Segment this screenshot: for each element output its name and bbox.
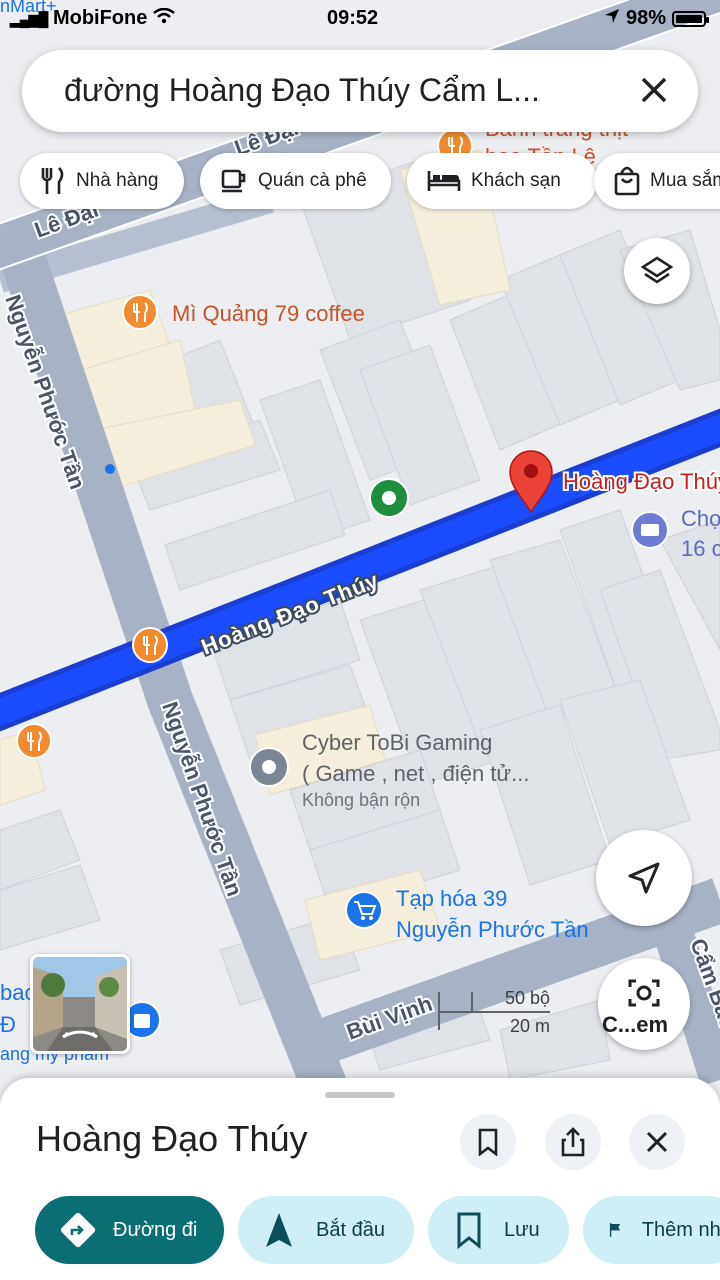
start-button[interactable]: Bắt đầu	[238, 1196, 414, 1264]
save-icon-button[interactable]	[460, 1114, 516, 1170]
shopping-cart-marker-icon[interactable]	[345, 891, 383, 929]
scale-metric: 20 m	[509, 1016, 550, 1036]
directions-button[interactable]: Đường đi	[35, 1196, 224, 1264]
share-icon	[561, 1127, 585, 1157]
status-right: 98%	[604, 7, 709, 30]
place-title: Hoàng Đạo Thúy	[36, 1118, 308, 1159]
coffee-cup-icon	[221, 169, 246, 193]
save-label: Lưu	[504, 1218, 540, 1241]
bed-icon	[427, 171, 461, 191]
map-scale: 50 bộ 20 m	[438, 988, 550, 1036]
chip-label: Khách sạn	[471, 170, 561, 191]
restaurant-marker-icon[interactable]	[16, 723, 52, 759]
chip-restaurants[interactable]: Nhà hàng	[20, 153, 184, 209]
add-label-button[interactable]: Thêm nhãn	[583, 1196, 720, 1264]
chip-label: Quán cà phê	[258, 170, 367, 191]
clock: 09:52	[327, 7, 379, 29]
directions-icon	[60, 1212, 96, 1248]
share-button[interactable]	[545, 1114, 601, 1170]
chip-shopping[interactable]: Mua sắm	[594, 153, 720, 209]
poi-label-taphoa-1[interactable]: Tạp hóa 39	[396, 886, 507, 911]
pin-label[interactable]: Hoàng Đạo Thúy	[561, 467, 720, 496]
carrier-group: ▂▄▆█ MobiFone	[10, 7, 175, 30]
chip-label: Mua sắm	[650, 170, 720, 191]
fork-knife-icon	[41, 167, 64, 194]
battery-percent: 98%	[625, 7, 666, 29]
location-arrow-icon	[604, 7, 620, 30]
poi-label-left-edge-2: Đ	[0, 1012, 16, 1037]
battery-icon	[672, 10, 709, 27]
wifi-icon	[153, 7, 175, 29]
camera-lens-icon	[628, 979, 660, 1007]
poi-label-cyber-status: Không bận rộn	[302, 790, 420, 810]
restaurant-marker-icon[interactable]	[132, 627, 168, 663]
place-sheet[interactable]: Hoàng Đạo Thúy Đường đi Bắt đầu Lưu Thêm…	[0, 1078, 720, 1280]
layers-icon	[640, 256, 674, 284]
shopping-bag-icon	[614, 166, 640, 196]
flag-icon	[609, 1223, 621, 1237]
poi-label-cyber-1[interactable]: Cyber ToBi Gaming	[302, 730, 492, 755]
navigation-arrow-icon	[628, 862, 660, 894]
save-button[interactable]: Lưu	[428, 1196, 569, 1264]
start-label: Bắt đầu	[316, 1218, 385, 1241]
close-sheet-button[interactable]	[629, 1114, 685, 1170]
layers-button[interactable]	[624, 238, 690, 304]
directions-label: Đường đi	[113, 1218, 198, 1241]
market-marker-icon[interactable]	[631, 511, 669, 549]
restaurant-marker-icon[interactable]	[122, 294, 158, 330]
poi-label-cho-1[interactable]: Chợ	[681, 506, 720, 531]
close-icon	[646, 1131, 668, 1153]
poi-label-cho-2: 16 c	[681, 536, 720, 561]
carrier-label: MobiFone	[52, 7, 148, 29]
poi-label-taphoa-2: Nguyễn Phước Tần	[396, 917, 589, 942]
bookmark-icon	[457, 1212, 481, 1249]
search-bar[interactable]: đường Hoàng Đạo Thúy Cẩm L...	[22, 50, 698, 132]
place-marker-icon[interactable]	[249, 747, 289, 787]
sheet-drag-handle[interactable]	[325, 1092, 395, 1098]
status-bar: ▂▄▆█ MobiFone 09:52 98%	[0, 0, 720, 38]
chip-label: Nhà hàng	[76, 170, 159, 191]
park-marker-icon[interactable]	[369, 478, 409, 518]
poi-label-mi-quang[interactable]: Mì Quảng 79 coffee	[172, 301, 365, 326]
lens-label: C...em	[602, 1012, 669, 1037]
street-view-image	[33, 957, 127, 1051]
small-dot-icon	[105, 464, 115, 474]
bookmark-icon	[478, 1128, 498, 1156]
signal-icon: ▂▄▆█	[10, 11, 48, 27]
poi-label-cyber-2: ( Game , net , điện tử...	[302, 761, 530, 786]
add-label-label: Thêm nhãn	[641, 1218, 720, 1241]
clear-search-icon[interactable]	[632, 68, 676, 112]
chip-cafe[interactable]: Quán cà phê	[200, 153, 391, 209]
chip-hotels[interactable]: Khách sạn	[407, 153, 597, 209]
search-query[interactable]: đường Hoàng Đạo Thúy Cẩm L...	[64, 72, 540, 109]
category-chips: Nhà hàng Quán cà phê Khách sạn Mua sắm	[20, 153, 720, 211]
navigation-arrow-icon	[266, 1213, 292, 1247]
street-view-thumbnail[interactable]	[30, 954, 130, 1054]
my-location-button[interactable]	[596, 830, 692, 926]
